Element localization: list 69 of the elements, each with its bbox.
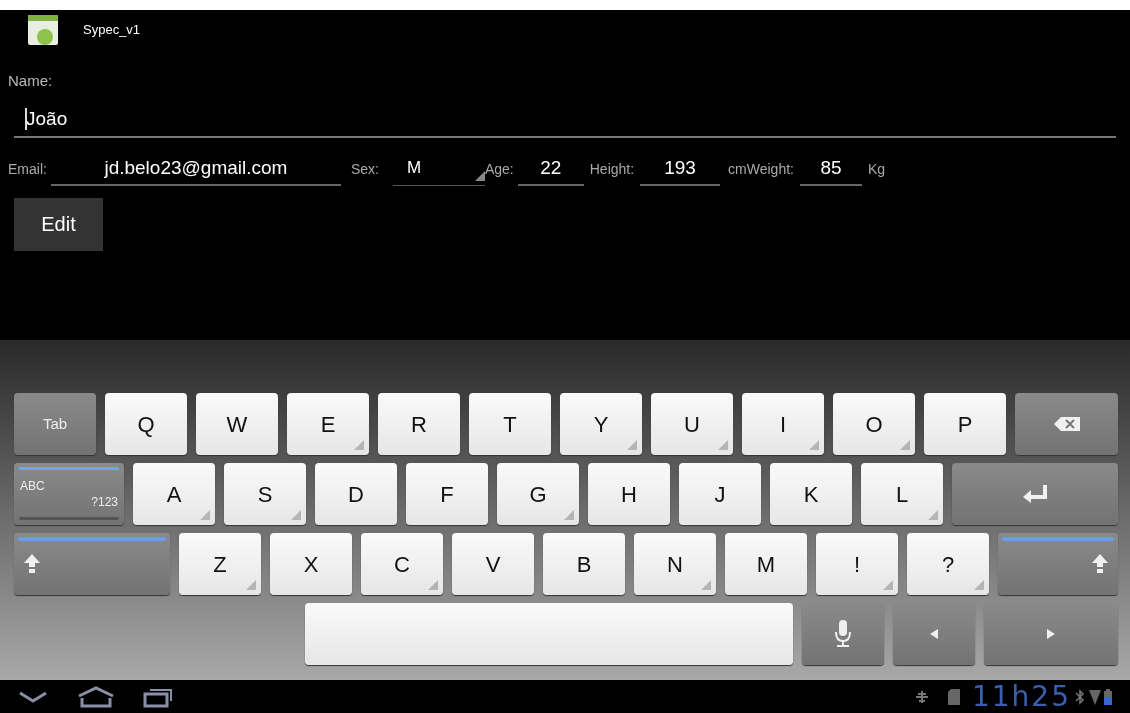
usb-debug-icon (914, 688, 930, 705)
key[interactable]: ? (907, 533, 989, 595)
symbols-mode-key[interactable]: ABC ?123 (14, 463, 124, 525)
battery-icon (1104, 688, 1112, 705)
key[interactable]: Z (179, 533, 261, 595)
key[interactable]: H (588, 463, 670, 525)
key[interactable]: O (833, 393, 915, 455)
field-label: Sex: (350, 159, 379, 179)
backspace-key[interactable] (1015, 393, 1118, 455)
sex-dropdown[interactable]: M (392, 151, 485, 186)
shift-icon (1092, 554, 1108, 574)
key[interactable]: C (361, 533, 443, 595)
home-icon[interactable] (76, 685, 116, 708)
key[interactable]: S (224, 463, 306, 525)
text-field[interactable]: jd.belo23@gmail.com (50, 151, 341, 186)
enter-key[interactable] (952, 463, 1118, 525)
key[interactable]: J (679, 463, 761, 525)
signal-icon (1089, 688, 1101, 705)
key[interactable]: R (378, 393, 460, 455)
backspace-icon (1053, 417, 1080, 431)
key[interactable]: B (543, 533, 625, 595)
key[interactable]: M (725, 533, 807, 595)
text-field[interactable]: 22 (517, 151, 584, 186)
field-label: cmWeight: (728, 159, 794, 179)
key[interactable]: ! (816, 533, 898, 595)
sd-card-icon (948, 688, 960, 705)
key[interactable]: N (634, 533, 716, 595)
mic-key[interactable] (802, 603, 884, 665)
clock: 11h25 (972, 682, 1071, 711)
dropdown-triangle-icon (474, 170, 485, 181)
shift-icon (24, 554, 40, 574)
text-field[interactable]: 193 (640, 151, 721, 186)
name-label: Name: (7, 71, 53, 91)
key[interactable]: Y (560, 393, 642, 455)
key[interactable]: I (742, 393, 824, 455)
key[interactable]: D (315, 463, 397, 525)
key[interactable]: K (770, 463, 852, 525)
microphone-icon (835, 620, 851, 648)
field-label: Height: (589, 159, 635, 179)
key[interactable]: Q (105, 393, 187, 455)
shift-key[interactable] (998, 533, 1118, 595)
app-title: Sypec_v1 (83, 21, 141, 40)
bluetooth-icon (1075, 688, 1085, 705)
key[interactable]: U (651, 393, 733, 455)
key[interactable]: F (406, 463, 488, 525)
field-label: Age: (484, 159, 514, 179)
key[interactable]: W (196, 393, 278, 455)
right-arrow-icon (1047, 629, 1055, 639)
field-label: Kg (867, 159, 886, 179)
name-field[interactable]: João (14, 102, 1116, 138)
key[interactable]: P (924, 393, 1006, 455)
key[interactable]: L (861, 463, 943, 525)
left-key[interactable] (893, 603, 975, 665)
text-field[interactable]: 85 (799, 151, 862, 186)
key[interactable]: X (270, 533, 352, 595)
enter-icon (1023, 485, 1047, 503)
back-icon[interactable] (18, 689, 48, 704)
right-key[interactable] (984, 603, 1118, 665)
space-key[interactable] (305, 603, 793, 665)
shift-key[interactable] (14, 533, 170, 595)
key[interactable]: G (497, 463, 579, 525)
key[interactable]: E (287, 393, 369, 455)
key[interactable]: T (469, 393, 551, 455)
key[interactable]: V (452, 533, 534, 595)
key[interactable]: A (133, 463, 215, 525)
field-label: Email: (8, 159, 47, 179)
edit-button[interactable]: Edit (14, 197, 103, 251)
android-app-icon (28, 15, 58, 45)
left-arrow-icon (930, 629, 938, 639)
